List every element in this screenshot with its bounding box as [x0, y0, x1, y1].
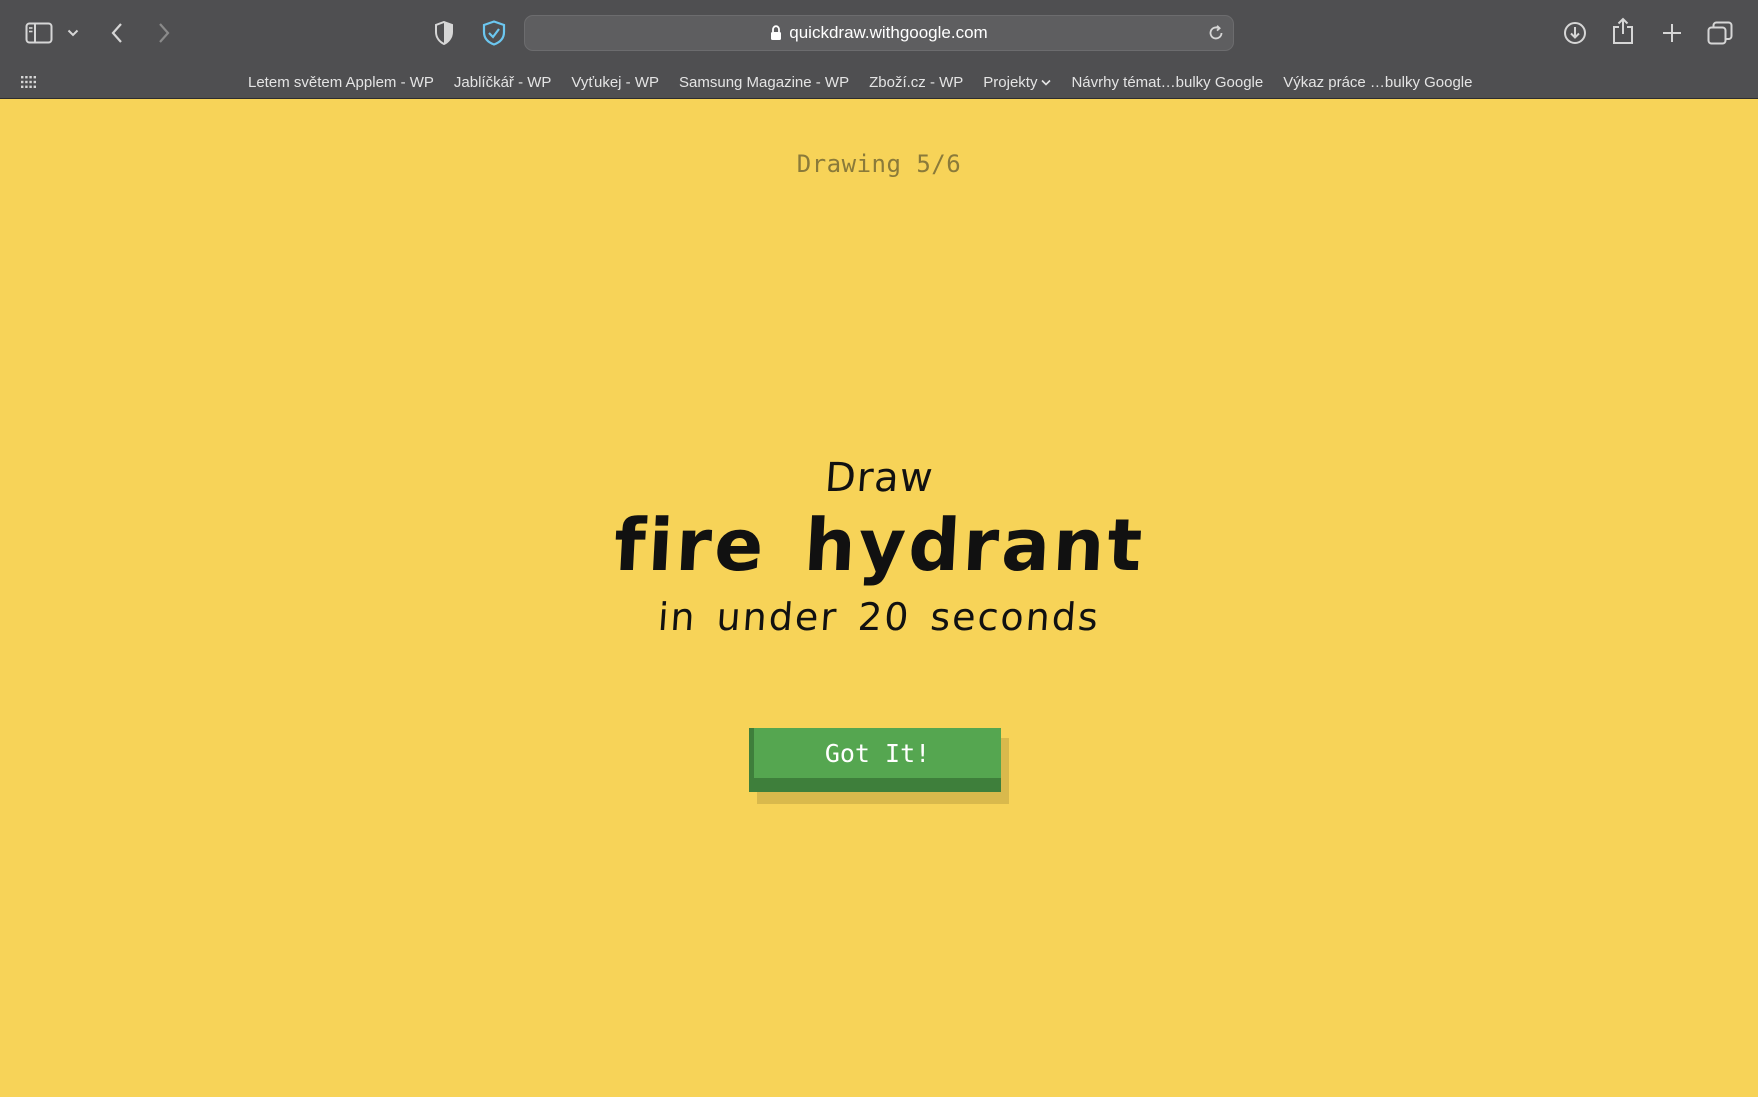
plus-icon[interactable]	[1655, 16, 1689, 50]
share-icon[interactable]	[1606, 14, 1640, 48]
prompt-word: fire hydrant	[611, 503, 1147, 587]
grid-icon[interactable]	[20, 74, 38, 95]
lock-icon	[770, 25, 782, 41]
reload-icon[interactable]	[1207, 24, 1225, 42]
bookmark-item[interactable]: Návrhy témat…bulky Google	[1071, 74, 1263, 91]
bookmarks-bar: Letem světem Applem - WP Jablíčkář - WP …	[0, 66, 1758, 98]
got-it-button-wrap: Got It!	[749, 728, 1009, 804]
bookmark-list: Letem světem Applem - WP Jablíčkář - WP …	[248, 66, 1492, 98]
drawing-progress: Drawing 5/6	[796, 150, 962, 178]
download-icon[interactable]	[1558, 16, 1592, 50]
chevron-down-icon[interactable]	[58, 16, 88, 50]
bookmark-item[interactable]: Jablíčkář - WP	[454, 74, 552, 91]
tab-overview-icon[interactable]	[1703, 16, 1737, 50]
drawing-prompt: Draw fire hydrant in under 20 seconds	[0, 455, 1758, 639]
browser-toolbar: quickdraw.withgoogle.com	[0, 0, 1758, 66]
browser-chrome: quickdraw.withgoogle.com Letem světem Ap…	[0, 0, 1758, 99]
sidebar-icon[interactable]	[22, 16, 56, 50]
address-bar[interactable]: quickdraw.withgoogle.com	[524, 15, 1234, 51]
bookmark-folder-label: Projekty	[983, 73, 1038, 91]
chevron-right-icon[interactable]	[147, 16, 181, 50]
bookmark-folder-projekty[interactable]: Projekty	[983, 73, 1052, 91]
bookmark-item[interactable]: Vyťukej - WP	[571, 74, 659, 91]
bookmark-item[interactable]: Samsung Magazine - WP	[679, 74, 849, 91]
bookmark-item[interactable]: Zboží.cz - WP	[869, 74, 963, 91]
got-it-button[interactable]: Got It!	[754, 728, 1001, 778]
prompt-intro: Draw	[823, 455, 935, 501]
shield-half-icon[interactable]	[427, 16, 461, 50]
chevron-left-icon[interactable]	[100, 16, 134, 50]
button-edge-bottom	[749, 778, 1001, 792]
bookmark-item[interactable]: Výkaz práce …bulky Google	[1283, 74, 1472, 91]
prompt-time-limit: in under 20 seconds	[656, 595, 1102, 639]
address-url: quickdraw.withgoogle.com	[789, 23, 988, 42]
chevron-down-icon	[1041, 79, 1052, 86]
shield-check-icon[interactable]	[477, 16, 511, 50]
bookmark-item[interactable]: Letem světem Applem - WP	[248, 74, 434, 91]
